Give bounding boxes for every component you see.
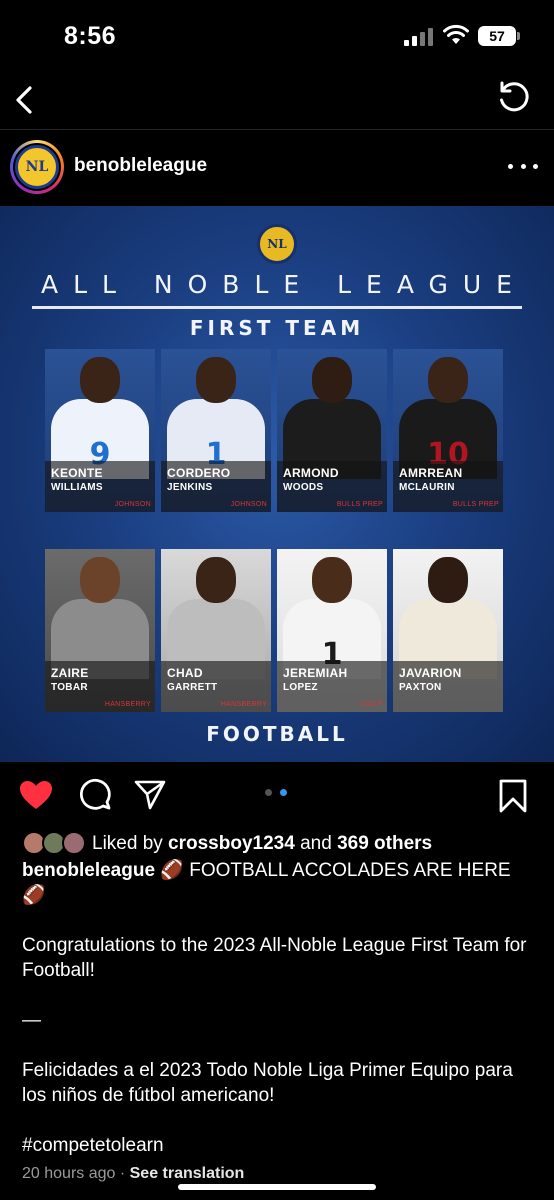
battery-indicator: 57 (478, 26, 520, 46)
player-school: JOHNSON (230, 501, 267, 508)
player-card: ZAIRE TOBAR HANSBERRY (45, 549, 155, 712)
player-first-name: CHAD (167, 666, 203, 680)
nav-bar (0, 72, 554, 130)
see-translation-link[interactable]: See translation (130, 1165, 245, 1182)
player-photo: 1 (161, 349, 271, 479)
post-username[interactable]: benobleleague (74, 155, 207, 177)
player-photo: 9 (45, 349, 155, 479)
player-last-name: JENKINS (167, 482, 213, 493)
image-footer: FOOTBALL (206, 722, 348, 746)
player-card: 10 AMRREAN MCLAURIN BULLS PREP (393, 349, 503, 512)
player-school: UICCP (359, 701, 383, 708)
likes-row[interactable]: Liked by crossboy1234 and 369 others (22, 830, 432, 858)
status-time: 8:56 (64, 22, 117, 50)
post-caption: benobleleague 🏈 FOOTBALL ACCOLADES ARE H… (22, 858, 534, 1158)
player-first-name: JEREMIAH (283, 666, 348, 680)
post-actions (0, 762, 554, 828)
player-photo (45, 549, 155, 679)
player-name-label: ARMOND WOODS BULLS PREP (277, 461, 387, 512)
carousel-dot (265, 789, 272, 796)
player-school: BULLS PREP (452, 501, 499, 508)
player-first-name: KEONTE (51, 466, 103, 480)
carousel-indicator (265, 789, 291, 797)
avatar[interactable]: NL (10, 140, 64, 194)
share-icon[interactable] (133, 777, 167, 811)
player-card: JAVARION PAXTON (393, 549, 503, 712)
player-name-label: JAVARION PAXTON (393, 661, 503, 712)
home-indicator (178, 1184, 376, 1190)
likes-and: and (294, 833, 338, 854)
hashtag-link[interactable]: #competetolearn (22, 1133, 534, 1158)
post-timestamp: 20 hours ago (22, 1165, 116, 1182)
player-first-name: AMRREAN (399, 466, 463, 480)
player-photo (277, 349, 387, 479)
image-subtitle: FIRST TEAM (189, 316, 365, 340)
player-photo (161, 549, 271, 679)
caption-username[interactable]: benobleleague (22, 860, 155, 881)
player-card: CHAD GARRETT HANSBERRY (161, 549, 271, 712)
bookmark-icon[interactable] (498, 778, 528, 814)
player-photo: 10 (393, 349, 503, 479)
player-school: HANSBERRY (220, 701, 267, 708)
post-header: NL benobleleague (0, 130, 554, 206)
liker-avatar (62, 831, 86, 855)
more-options-icon[interactable] (508, 154, 538, 178)
meta-separator: · (115, 1165, 130, 1182)
image-divider (32, 306, 522, 309)
player-name-label: CHAD GARRETT HANSBERRY (161, 661, 271, 712)
player-card: 9 KEONTE WILLIAMS JOHNSON (45, 349, 155, 512)
player-last-name: WILLIAMS (51, 482, 103, 493)
player-school: JOHNSON (114, 501, 151, 508)
player-name-label: ZAIRE TOBAR HANSBERRY (45, 661, 155, 712)
liked-by-user[interactable]: crossboy1234 (168, 833, 295, 854)
player-name-label: AMRREAN MCLAURIN BULLS PREP (393, 461, 503, 512)
player-name-label: KEONTE WILLIAMS JOHNSON (45, 461, 155, 512)
caption-spanish: Felicidades a el 2023 Todo Noble Liga Pr… (22, 1060, 513, 1106)
player-first-name: JAVARION (399, 666, 462, 680)
player-name-label: CORDERO JENKINS JOHNSON (161, 461, 271, 512)
player-first-name: CORDERO (167, 466, 231, 480)
image-league-logo: NL (257, 224, 297, 264)
back-icon[interactable] (8, 80, 40, 120)
player-card: ARMOND WOODS BULLS PREP (277, 349, 387, 512)
post-image[interactable]: NL ALL NOBLE LEAGUE FIRST TEAM 9 KEONTE WI… (0, 206, 554, 762)
player-photo (393, 549, 503, 679)
status-bar: 8:56 57 (0, 0, 554, 72)
player-last-name: PAXTON (399, 682, 442, 693)
player-last-name: WOODS (283, 482, 324, 493)
player-first-name: ARMOND (283, 466, 339, 480)
player-first-name: ZAIRE (51, 666, 89, 680)
player-last-name: MCLAURIN (399, 482, 455, 493)
liker-avatars (22, 831, 86, 857)
carousel-dot-active (280, 789, 287, 796)
player-card: 1 JEREMIAH LOPEZ UICCP (277, 549, 387, 712)
player-card: 1 CORDERO JENKINS JOHNSON (161, 349, 271, 512)
image-title: ALL NOBLE LEAGUE (41, 270, 527, 299)
like-heart-icon[interactable] (18, 779, 54, 811)
caption-divider: — (22, 1010, 41, 1031)
player-last-name: LOPEZ (283, 682, 318, 693)
cellular-signal-icon (404, 28, 434, 46)
player-name-label: JEREMIAH LOPEZ UICCP (277, 661, 387, 712)
post-meta: 20 hours ago · See translation (22, 1165, 244, 1183)
likes-others[interactable]: 369 others (337, 833, 432, 854)
player-photo: 1 (277, 549, 387, 679)
league-logo: NL (15, 145, 59, 189)
player-last-name: GARRETT (167, 682, 218, 693)
player-school: HANSBERRY (104, 701, 151, 708)
caption-english: Congratulations to the 2023 All-Noble Le… (22, 935, 527, 981)
player-school: BULLS PREP (336, 501, 383, 508)
refresh-icon[interactable] (494, 78, 534, 118)
player-last-name: TOBAR (51, 682, 88, 693)
comment-icon[interactable] (78, 777, 112, 811)
likes-prefix: Liked by (92, 833, 169, 854)
wifi-icon (443, 24, 469, 44)
likes-text: Liked by crossboy1234 and 369 others (92, 833, 432, 855)
